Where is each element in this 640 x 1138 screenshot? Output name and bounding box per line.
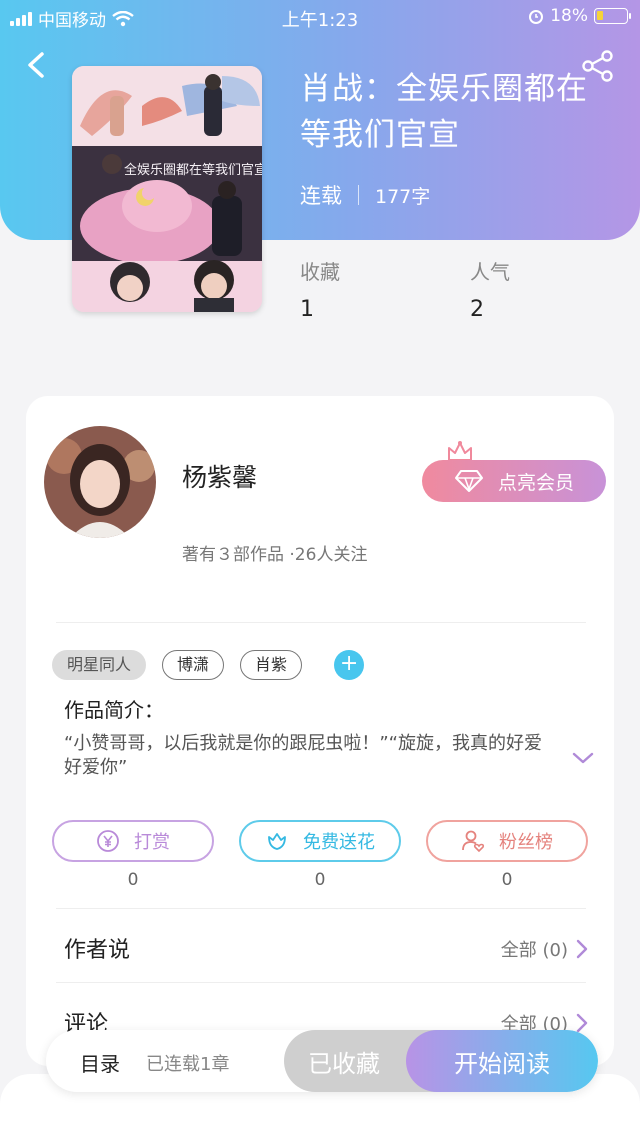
send-flower-button[interactable]: 免费送花 [239,820,401,862]
alarm-icon [529,10,544,24]
tag-list: 明星同人 博潇 肖紫 + [52,650,365,680]
author-name[interactable]: 杨紫馨 [182,458,257,494]
reward-count: 0 [127,870,139,890]
author-notes-all-link[interactable]: 全部 (0) [501,936,588,962]
stat-popularity-value: 2 [470,297,484,322]
vip-button-label: 点亮会员 [497,471,574,494]
collected-label: 已收藏 [308,1049,380,1078]
tag-item[interactable]: 肖紫 [240,650,303,680]
reward-button[interactable]: 打赏 [52,820,214,862]
author-notes-title: 作者说 [64,938,131,963]
send-flower-label: 免费送花 [303,832,375,853]
intro-label: 作品简介： [64,698,164,722]
cover-title-text: 全娱乐圈都在等我们官宣 [124,162,262,178]
add-tag-button[interactable]: + [334,650,365,680]
chevron-right-icon [576,939,588,959]
diamond-icon [454,470,483,492]
book-cover[interactable]: 全娱乐圈都在等我们官宣 [72,66,262,312]
chevron-right-icon [576,1013,588,1033]
book-detail-card: 杨紫馨 点亮会员 著有３部作品 ·26人关注 明星同人 博潇 肖紫 + 作品简介… [26,396,614,1066]
tag-category[interactable]: 明星同人 [52,650,147,680]
yen-icon [96,829,120,853]
tag-item[interactable]: 博潇 [162,650,225,680]
word-count: 177字 [375,185,431,208]
author-notes-all-label: 全部 (0) [500,940,568,961]
status-bar: 中国移动 上午1:23 18% [0,0,640,34]
fan-count: 0 [501,870,513,890]
expand-chevron-icon[interactable] [572,750,594,766]
book-meta: 连载 177字 [300,180,430,210]
intro-text: “小赞哥哥，以后我就是你的跟屁虫啦！”“旋旋，我真的好爱好爱你” [64,733,542,778]
chapter-count: 已连载1章 [146,1054,230,1075]
flower-count: 0 [314,870,326,890]
vip-button[interactable]: 点亮会员 [422,460,606,502]
fan-ranking-label: 粉丝榜 [499,832,553,853]
divider [56,982,586,983]
person-heart-icon [461,829,485,853]
reward-label: 打赏 [134,832,170,853]
meta-divider [358,185,359,205]
start-reading-button[interactable]: 开始阅读 [406,1030,598,1092]
bottom-action-bar: 目录 已连载1章 已收藏 开始阅读 [46,1030,598,1092]
back-chevron-icon[interactable] [20,48,54,82]
battery-percent: 18% [550,6,588,26]
author-works-followers: 著有３部作品 ·26人关注 [182,545,368,565]
crown-icon [448,441,472,461]
divider [56,622,586,623]
book-title: 肖战：全娱乐圈都在等我们官宣 [300,71,588,153]
divider [56,908,586,909]
flower-icon [265,829,289,853]
stat-popularity-label: 人气 [470,260,510,284]
start-reading-label: 开始阅读 [454,1049,550,1078]
avatar-image [44,426,156,538]
cover-artwork: 全娱乐圈都在等我们官宣 [72,66,262,312]
stat-favorites: 收藏 1 [300,256,340,322]
fan-ranking-button[interactable]: 粉丝榜 [426,820,588,862]
stat-favorites-value: 1 [300,297,314,322]
author-avatar[interactable] [44,426,156,538]
battery-icon [594,8,631,24]
stat-popularity: 人气 2 [470,256,510,322]
toc-button[interactable]: 目录 [80,1048,120,1077]
stat-favorites-label: 收藏 [300,260,340,284]
serial-status: 连载 [300,184,342,208]
